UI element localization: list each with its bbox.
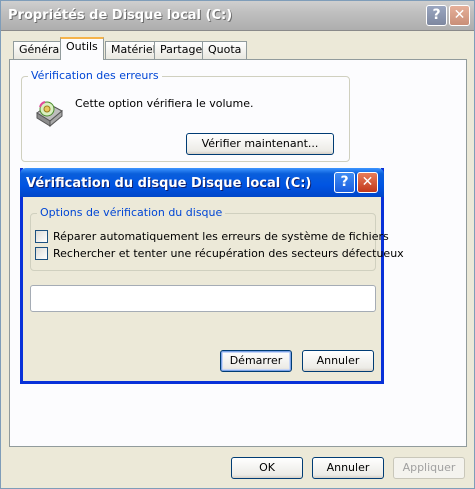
tab-quota[interactable]: Quota [202,41,248,59]
fix-errors-label[interactable]: Réparer automatiquement les erreurs de s… [53,230,389,243]
window-title: Propriétés de Disque local (C:) [8,8,233,23]
disk-options-legend: Options de vérification du disque [37,206,226,219]
error-check-legend: Vérification des erreurs [28,69,162,82]
check-now-button[interactable]: Vérifier maintenant... [186,133,334,155]
properties-window: Propriétés de Disque local (C:) ? ✕ Géné… [0,0,475,489]
help-icon: ? [340,174,349,190]
tab-tools[interactable]: Outils [60,37,104,60]
dialog-title: Vérification du disque Disque local (C:) [26,176,312,191]
properties-title-bar[interactable]: Propriétés de Disque local (C:) ? ✕ [1,1,474,31]
ok-button[interactable]: OK [231,457,303,479]
dialog-close-button[interactable]: ✕ [357,172,378,193]
check-progress-bar [30,285,376,312]
start-button[interactable]: Démarrer [220,350,292,372]
fix-errors-checkbox[interactable] [35,230,48,243]
close-icon: ✕ [361,174,374,190]
tab-sharing[interactable]: Partage [154,41,209,59]
check-disk-dialog: Vérification du disque Disque local (C:)… [20,168,404,384]
help-icon: ? [432,7,441,23]
disk-check-icon [36,101,63,128]
error-check-description: Cette option vérifiera le volume. [75,97,254,110]
disk-options-group: Options de vérification du disque Répare… [30,206,404,271]
scan-sectors-label[interactable]: Rechercher et tenter une récupération de… [53,247,404,260]
close-button[interactable]: ✕ [449,5,470,26]
error-check-group: Vérification des erreurs Cette option vé… [21,69,350,162]
close-icon: ✕ [453,7,466,23]
help-button[interactable]: ? [426,5,447,26]
dialog-cancel-button[interactable]: Annuler [302,350,374,372]
cancel-button[interactable]: Annuler [312,457,384,479]
apply-button[interactable]: Appliquer [393,457,465,479]
scan-sectors-checkbox[interactable] [35,247,48,260]
dialog-help-button[interactable]: ? [334,172,355,193]
check-disk-title-bar[interactable]: Vérification du disque Disque local (C:)… [20,168,384,197]
